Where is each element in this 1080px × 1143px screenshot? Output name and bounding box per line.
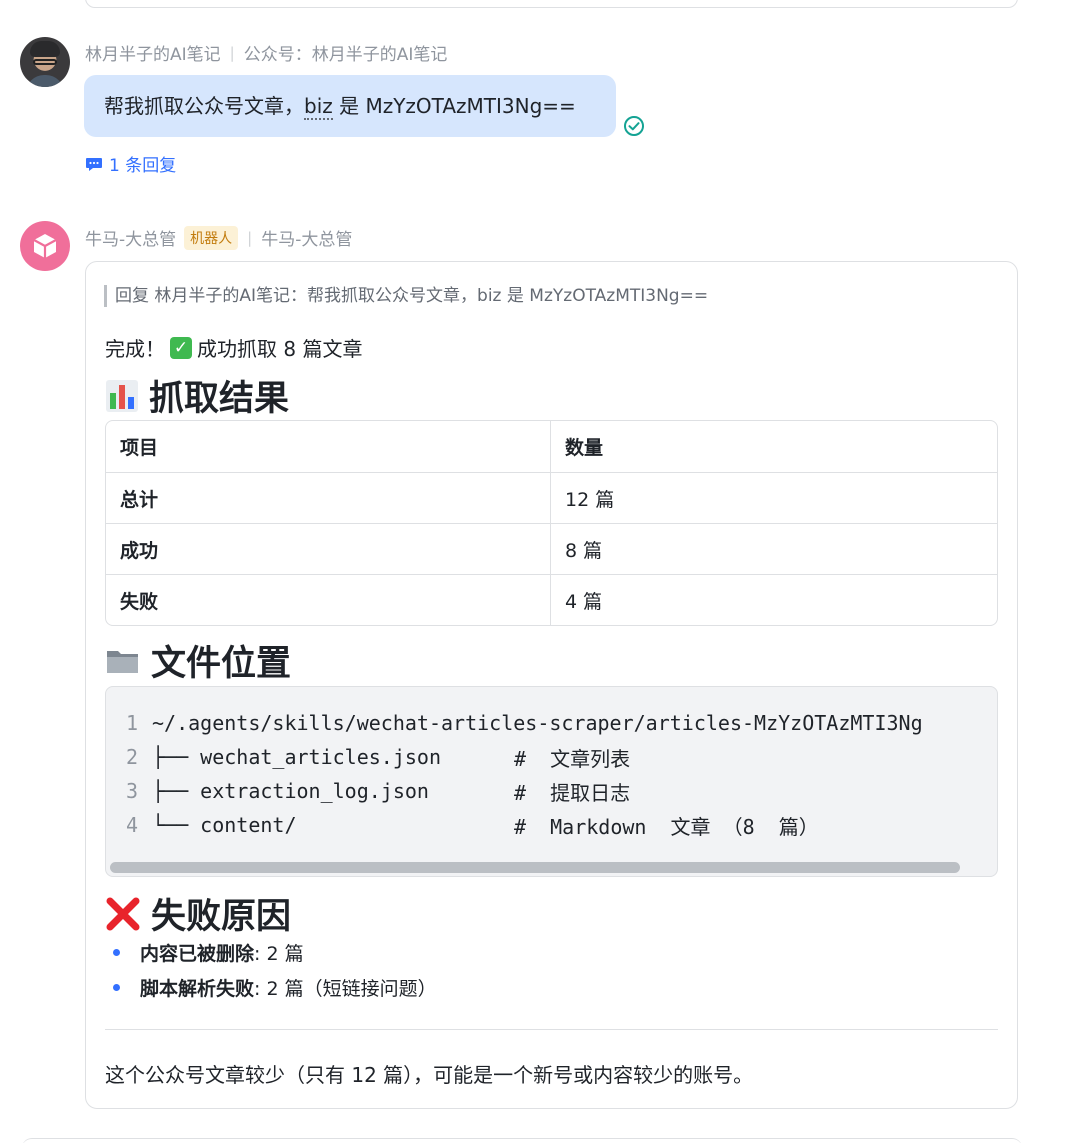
- files-heading: 文件位置: [105, 635, 291, 686]
- reason-value: : 2 篇（短链接问题）: [254, 978, 437, 1000]
- done-prefix: 完成！: [105, 337, 165, 361]
- files-heading-text: 文件位置: [151, 644, 292, 684]
- fail-heading: 失败原因: [105, 888, 291, 939]
- reason-value: : 2 篇: [254, 943, 304, 965]
- code-text: └── content/: [152, 813, 297, 837]
- folder-icon: [107, 650, 138, 673]
- robot-tag: 机器人: [184, 225, 239, 250]
- reply-count[interactable]: 1 条回复: [109, 151, 176, 176]
- code-comment: # 文章列表: [514, 746, 631, 771]
- sender-separator: |: [229, 43, 235, 62]
- sender-separator: |: [247, 228, 253, 247]
- horizontal-scrollbar[interactable]: [110, 862, 994, 873]
- code-line: 3 ├── extraction_log.json # 提取日志: [106, 774, 630, 808]
- next-message-card: [22, 1138, 1022, 1143]
- cube-icon: [33, 234, 57, 258]
- fail-reason-list: 内容已被删除 : 2 篇 脚本解析失败 : 2 篇（短链接问题）: [105, 935, 437, 1005]
- code-line: 2 ├── wechat_articles.json # 文章列表: [106, 740, 630, 774]
- line-number: 2: [125, 745, 139, 769]
- read-check-icon: [624, 116, 644, 136]
- biz-term[interactable]: biz: [304, 96, 333, 120]
- list-item: 内容已被删除 : 2 篇: [105, 935, 437, 970]
- code-line: 4 └── content/ # Markdown 文章 （8 篇）: [106, 808, 819, 842]
- reason-label: 内容已被删除: [140, 943, 255, 965]
- user-message-bubble[interactable]: 帮我抓取公众号文章，biz 是 MzYzOTAzMTI3Ng==: [84, 75, 616, 137]
- user-avatar[interactable]: [20, 37, 70, 87]
- code-text: ~/.agents/skills/wechat-articles-scraper…: [152, 711, 923, 735]
- previous-message-card: [85, 0, 1018, 8]
- table-header-cell: 数量: [565, 437, 604, 459]
- table-cell: 12 篇: [565, 488, 615, 511]
- table-row: 失败 4 篇: [106, 574, 997, 625]
- reply-quote[interactable]: 回复 林月半子的AI笔记：帮我抓取公众号文章，biz 是 MzYzOTAzMTI…: [104, 285, 708, 307]
- table-row: 成功 8 篇: [106, 523, 997, 574]
- table-cell: 8 篇: [565, 539, 603, 562]
- code-comment: # Markdown 文章 （8 篇）: [514, 814, 819, 839]
- table-header-row: 项目 数量: [106, 421, 997, 472]
- code-comment: # 提取日志: [514, 780, 631, 805]
- bot-name[interactable]: 牛马-大总管: [85, 225, 176, 250]
- table-header-cell: 项目: [106, 421, 551, 472]
- bar-chart-icon: [106, 379, 138, 412]
- code-line: 1 ~/.agents/skills/wechat-articles-scrap…: [106, 706, 923, 740]
- bullet-dot: [113, 949, 120, 956]
- code-text: ├── extraction_log.json: [152, 779, 429, 803]
- table-cell: 4 篇: [565, 590, 603, 613]
- summary-text: 这个公众号文章较少（只有 12 篇），可能是一个新号或内容较少的账号。: [105, 1063, 754, 1087]
- user-channel: 公众号：林月半子的AI笔记: [243, 45, 448, 65]
- table-cell: 总计: [106, 473, 551, 523]
- user-sender-line: 林月半子的AI笔记 | 公众号：林月半子的AI笔记: [85, 40, 448, 66]
- bot-avatar[interactable]: [20, 221, 70, 271]
- check-mark-icon: ✓: [170, 336, 192, 359]
- list-item: 脚本解析失败 : 2 篇（短链接问题）: [105, 970, 437, 1005]
- results-heading-text: 抓取结果: [149, 379, 290, 419]
- table-row: 总计 12 篇: [106, 472, 997, 523]
- bot-sender-line: 牛马-大总管 机器人 | 牛马-大总管: [85, 225, 352, 250]
- results-table: 项目 数量 总计 12 篇 成功 8 篇 失败 4 篇: [105, 420, 998, 626]
- cross-mark-icon: [106, 897, 140, 930]
- line-number: 4: [125, 813, 139, 837]
- code-text: ├── wechat_articles.json: [152, 745, 441, 769]
- bullet-dot: [113, 984, 120, 991]
- line-number: 1: [125, 711, 139, 735]
- done-line: 完成！ ✓ 成功抓取 8 篇文章: [105, 333, 362, 362]
- done-text: 成功抓取 8 篇文章: [197, 337, 363, 361]
- reply-thread-link[interactable]: 1 条回复: [85, 151, 176, 176]
- results-heading: 抓取结果: [105, 370, 289, 421]
- code-block[interactable]: 1 ~/.agents/skills/wechat-articles-scrap…: [105, 686, 998, 877]
- message-text-prefix: 帮我抓取公众号文章，: [104, 94, 304, 118]
- table-cell: 成功: [106, 524, 551, 574]
- message-text-suffix: 是 MzYzOTAzMTI3Ng==: [332, 94, 576, 118]
- user-name[interactable]: 林月半子的AI笔记: [85, 40, 221, 65]
- comment-icon: [86, 157, 102, 171]
- reason-label: 脚本解析失败: [140, 978, 255, 1000]
- fail-heading-text: 失败原因: [151, 897, 292, 937]
- table-cell: 失败: [106, 575, 551, 625]
- line-number: 3: [125, 779, 139, 803]
- divider: [105, 1029, 998, 1030]
- scrollbar-thumb[interactable]: [110, 862, 960, 873]
- bot-channel: 牛马-大总管: [261, 230, 353, 250]
